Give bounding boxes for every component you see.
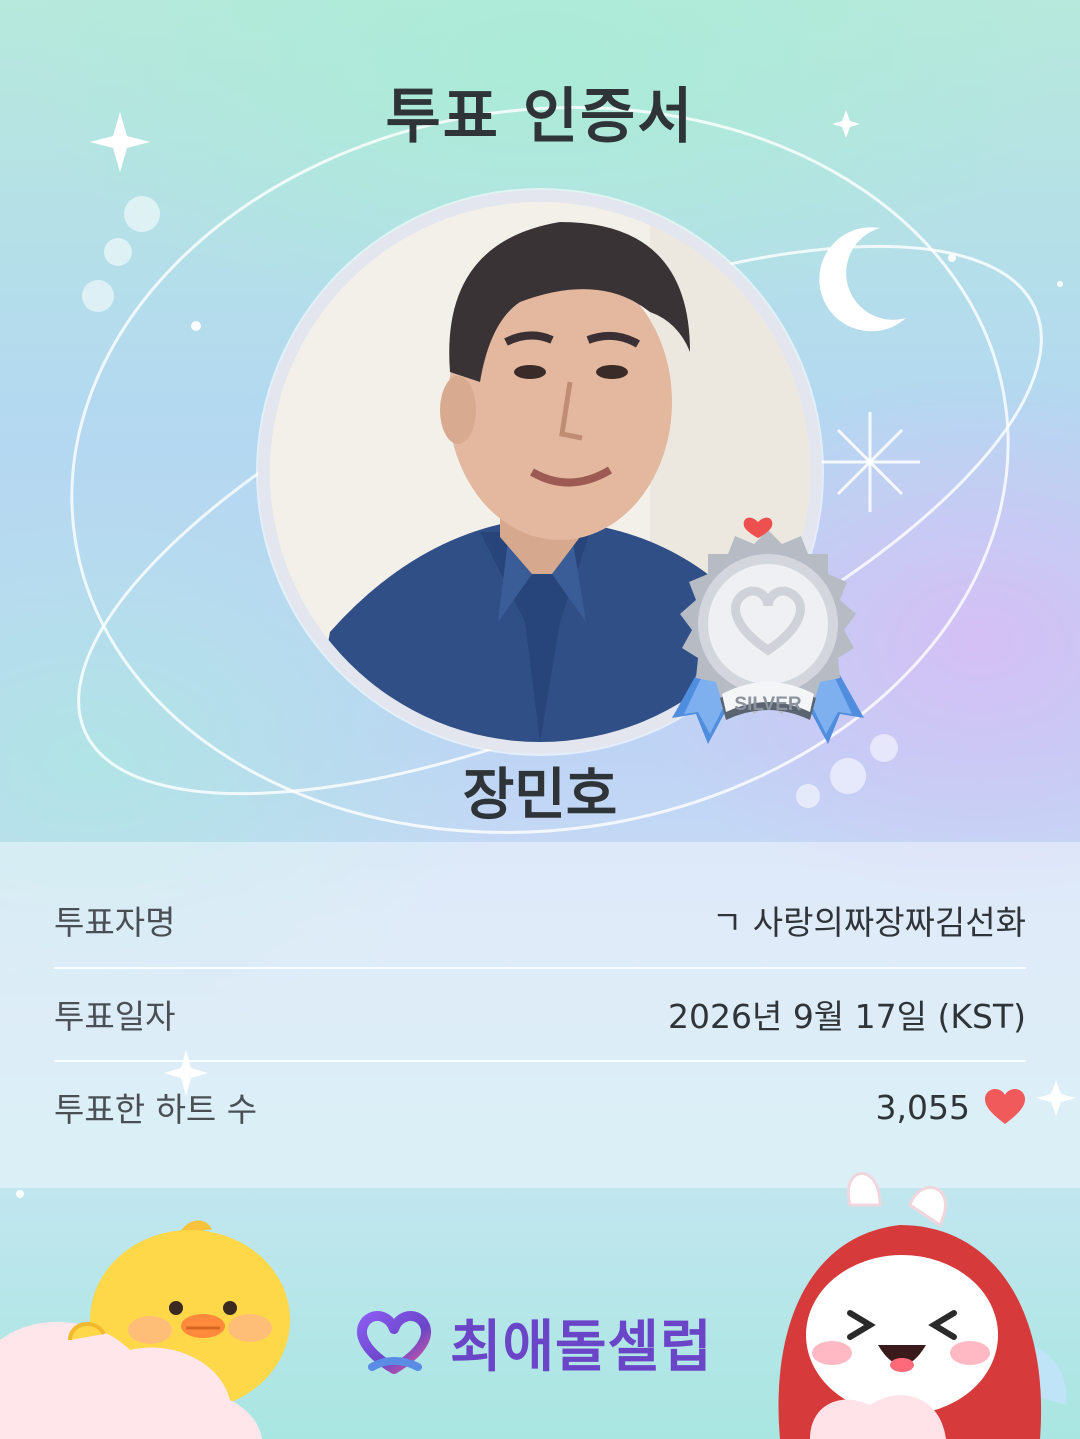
heart-count-row: 투표한 하트 수 3,055	[54, 1061, 1026, 1153]
voter-name-row: 투표자명 ㄱ 사랑의짜장짜김선화	[54, 874, 1026, 966]
medal-label: SILVER	[734, 694, 801, 715]
heart-count-value: 3,055	[875, 1087, 970, 1127]
silver-medal-icon: SILVER	[672, 517, 864, 744]
heart-icon	[985, 1089, 1025, 1124]
heart-count-label: 투표한 하트 수	[54, 1090, 258, 1129]
voter-name-value: ㄱ 사랑의짜장짜김선화	[711, 903, 1026, 942]
certificate-title: 투표 인증서	[385, 82, 695, 152]
vote-date-row: 투표일자 2026년 9월 17일 (KST)	[54, 968, 1026, 1060]
brand-logo: 최애돌셀럽	[352, 1300, 713, 1384]
vote-date-label: 투표일자	[54, 997, 176, 1036]
heart-count-value-group: 3,055	[876, 1088, 1026, 1127]
brand-name: 최애돌셀럽	[450, 1314, 713, 1380]
chick-character-illustration	[0, 1220, 290, 1439]
voter-name-label: 투표자명	[54, 903, 176, 942]
choeaedol-logo-icon	[357, 1310, 431, 1374]
vote-date-value: 2026년 9월 17일 (KST)	[667, 997, 1026, 1036]
artist-name: 장민호	[462, 763, 618, 828]
bunny-character-illustration	[778, 1172, 1067, 1439]
